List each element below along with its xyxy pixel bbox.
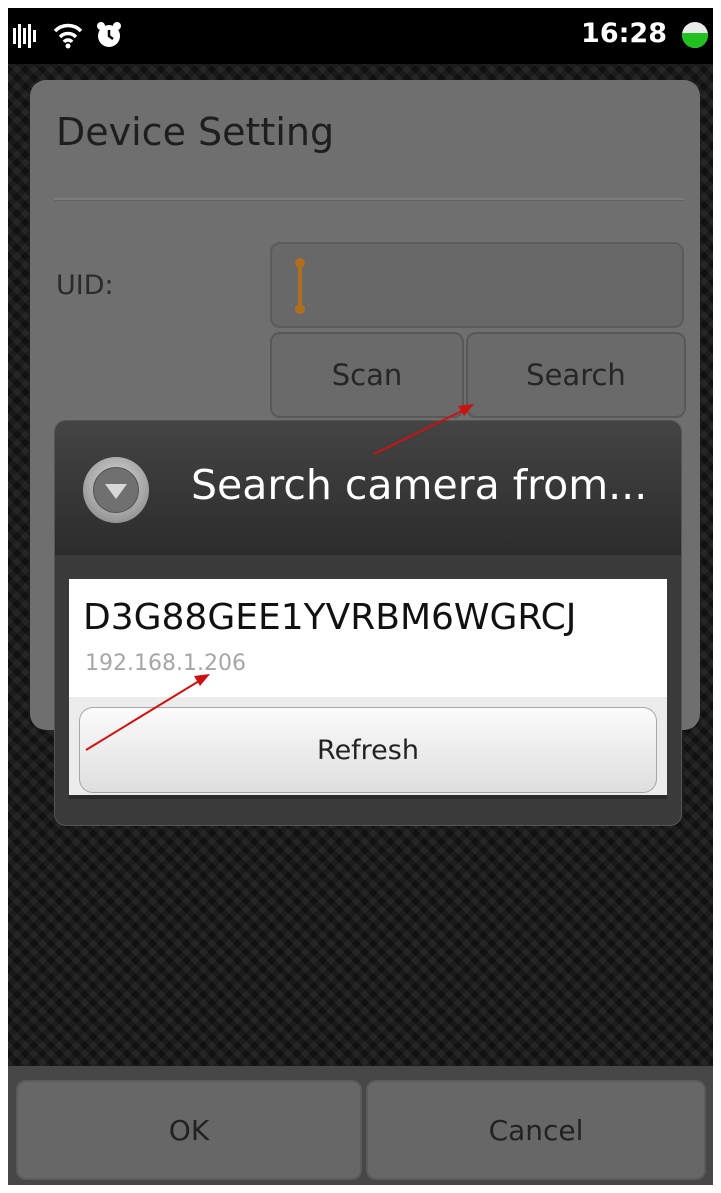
refresh-button[interactable]: Refresh (79, 707, 657, 793)
dialog-title: Search camera from... (191, 461, 648, 509)
cursor-bottom-handle (295, 304, 305, 314)
cancel-button-label: Cancel (488, 1113, 584, 1147)
search-button-label: Search (526, 358, 626, 392)
ok-button-label: OK (168, 1113, 210, 1147)
clock: 16:28 (581, 18, 667, 49)
status-bar: 16:28 (8, 8, 713, 64)
uid-input[interactable] (270, 242, 684, 328)
phone-screen: 16:28 Device Setting UID: Scan Search Se… (8, 8, 713, 1185)
scan-button[interactable]: Scan (270, 332, 464, 418)
list-item[interactable]: D3G88GEE1YVRBM6WGRCJ 192.168.1.206 (69, 579, 667, 697)
cancel-button[interactable]: Cancel (366, 1080, 706, 1180)
signal-icon (13, 24, 36, 48)
search-results-panel: D3G88GEE1YVRBM6WGRCJ 192.168.1.206 Refre… (69, 579, 667, 799)
refresh-button-label: Refresh (317, 734, 419, 766)
bottom-button-bar: OK Cancel (8, 1066, 713, 1185)
triangle-down-icon (105, 484, 127, 499)
wifi-icon (53, 23, 83, 49)
battery-icon (682, 22, 708, 48)
alarm-icon (97, 22, 121, 47)
scan-button-label: Scan (331, 358, 403, 392)
dropdown-icon (83, 457, 149, 523)
dialog-header: Search camera from... (55, 421, 681, 555)
refresh-area: Refresh (69, 697, 667, 795)
dialog-title: Device Setting (56, 110, 335, 154)
camera-uid: D3G88GEE1YVRBM6WGRCJ (83, 597, 577, 638)
title-divider (54, 198, 684, 201)
camera-ip: 192.168.1.206 (85, 651, 246, 676)
text-cursor (298, 262, 302, 308)
uid-label: UID: (56, 270, 114, 301)
search-button[interactable]: Search (466, 332, 686, 418)
search-camera-dialog: Search camera from... D3G88GEE1YVRBM6WGR… (54, 420, 682, 826)
ok-button[interactable]: OK (16, 1080, 362, 1180)
